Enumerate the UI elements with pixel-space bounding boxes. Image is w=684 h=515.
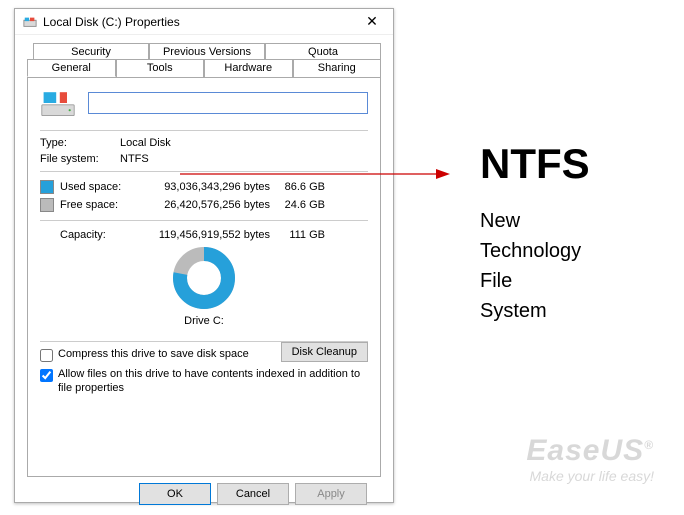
used-space-label: Used space: [60,181,142,193]
disk-cleanup-button[interactable]: Disk Cleanup [281,342,368,362]
type-row: Type: Local Disk [40,137,368,149]
drive-caption: Drive C: [40,315,368,327]
free-space-hr: 24.6 GB [270,199,325,211]
filesystem-label: File system: [40,153,120,165]
titlebar: Local Disk (C:) Properties ✕ [15,9,393,35]
index-option[interactable]: Allow files on this drive to have conten… [40,368,368,396]
tab-security[interactable]: Security [33,43,149,60]
capacity-row: Capacity: 119,456,919,552 bytes 111 GB [40,227,368,241]
compress-checkbox[interactable] [40,349,53,362]
type-value: Local Disk [120,137,171,149]
annotation-line-2: File [480,266,590,296]
close-button[interactable]: ✕ [355,11,389,33]
tab-sharing[interactable]: Sharing [293,59,382,77]
free-space-label: Free space: [60,199,142,211]
tab-general[interactable]: General [27,59,116,77]
capacity-bytes: 119,456,919,552 bytes [142,229,270,241]
free-swatch-icon [40,198,54,212]
index-checkbox[interactable] [40,369,53,382]
used-space-row: Used space: 93,036,343,296 bytes 86.6 GB [40,178,368,196]
tab-hardware[interactable]: Hardware [204,59,293,77]
tab-tools[interactable]: Tools [116,59,205,77]
used-space-hr: 86.6 GB [270,181,325,193]
separator [40,130,368,131]
filesystem-row: File system: NTFS [40,153,368,165]
watermark: EaseUS® Make your life easy! [526,434,654,484]
apply-button[interactable]: Apply [295,483,367,505]
separator [40,220,368,221]
annotation-callout: NTFS New Technology File System [480,140,590,326]
used-space-bytes: 93,036,343,296 bytes [142,181,270,193]
type-label: Type: [40,137,120,149]
free-space-bytes: 26,420,576,256 bytes [142,199,270,211]
annotation-line-3: System [480,296,590,326]
volume-label-input[interactable] [88,92,368,114]
capacity-hr: 111 GB [270,229,325,241]
annotation-line-1: Technology [480,236,590,266]
dialog-footer: OK Cancel Apply [27,477,381,505]
cancel-button[interactable]: Cancel [217,483,289,505]
ok-button[interactable]: OK [139,483,211,505]
annotation-line-0: New [480,206,590,236]
usage-chart: Drive C: [40,243,368,327]
tab-panel-general: Type: Local Disk File system: NTFS Used … [27,77,381,477]
capacity-label: Capacity: [60,229,142,241]
drive-icon-small [23,15,37,29]
free-space-row: Free space: 26,420,576,256 bytes 24.6 GB [40,196,368,214]
filesystem-value: NTFS [120,153,149,165]
window-title: Local Disk (C:) Properties [43,15,355,29]
watermark-brand: EaseUS [526,434,644,467]
tab-previous-versions[interactable]: Previous Versions [149,43,265,60]
watermark-slogan: Make your life easy! [526,468,654,484]
properties-dialog: Local Disk (C:) Properties ✕ Security Pr… [14,8,394,503]
registered-icon: ® [644,438,654,452]
used-swatch-icon [40,180,54,194]
drive-icon [40,88,76,118]
annotation-heading: NTFS [480,140,590,188]
tab-row-back: Security Previous Versions Quota [33,43,381,60]
tab-quota[interactable]: Quota [265,43,381,60]
tab-row-front: General Tools Hardware Sharing [27,59,381,77]
index-label: Allow files on this drive to have conten… [58,368,368,396]
separator [40,171,368,172]
